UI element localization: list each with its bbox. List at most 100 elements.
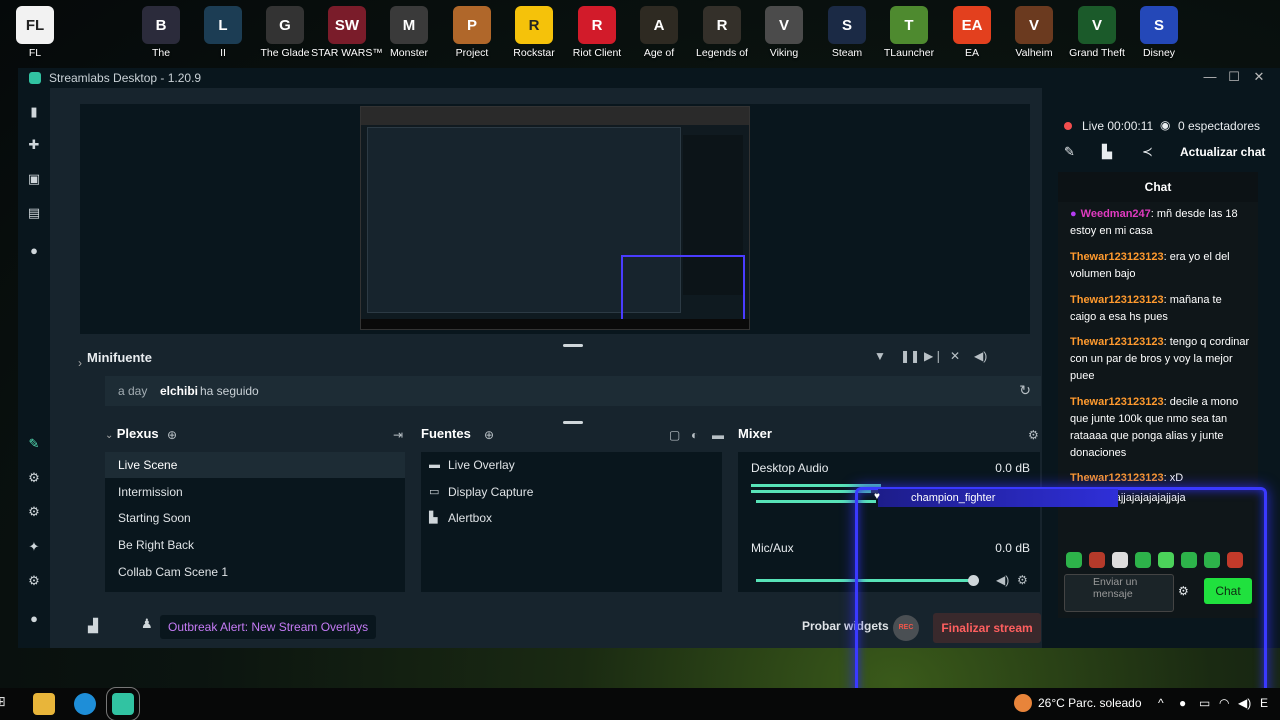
network-icon[interactable]: ▭ <box>1199 696 1210 710</box>
scene-collection-title[interactable]: Plexus <box>117 426 159 441</box>
language-icon[interactable]: E <box>1260 696 1268 710</box>
add-scene-icon[interactable]: ⊕ <box>167 428 177 442</box>
app-icon: A <box>640 6 678 44</box>
title-bar: Streamlabs Desktop - 1.20.9 — ☐ ✕ <box>18 68 1280 88</box>
app-icon: G <box>266 6 304 44</box>
chat-username[interactable]: Thewar123123123 <box>1070 251 1164 263</box>
desktop-icon-label: Age of <box>643 47 675 59</box>
bell-icon[interactable]: ♟ <box>141 616 153 632</box>
desktop-icon[interactable]: R Rockstar <box>503 6 565 68</box>
live-timer: Live 00:00:11 <box>1082 119 1154 133</box>
chat-message: Thewar123123123: xD <box>1070 472 1184 484</box>
store-icon[interactable]: ▣ <box>27 172 41 186</box>
scene-item[interactable]: Live Scene <box>105 452 405 478</box>
filter-icon[interactable]: ▼ <box>874 349 886 363</box>
editor-icon[interactable]: ▮ <box>27 105 41 119</box>
mixer-channel-db: 0.0 dB <box>995 461 1030 475</box>
chat-username[interactable]: Thewar123123123 <box>1070 396 1164 408</box>
desktop-icon[interactable]: T TLauncher <box>878 6 940 68</box>
chat-username[interactable]: Weedman247 <box>1081 208 1151 220</box>
chat-message: ● Weedman247: mñ desde las 18 estoy en mi… <box>1070 208 1238 237</box>
desktop-icon[interactable]: V Valheim <box>1003 6 1065 68</box>
scene-item[interactable]: Be Right Back <box>105 532 405 558</box>
add-source-icon[interactable]: ⊕ <box>484 428 494 442</box>
settings-icon[interactable]: ⚙ <box>27 574 41 588</box>
recording-icon[interactable]: ● <box>27 244 41 258</box>
layout-icon[interactable]: ⚙ <box>27 471 41 485</box>
desktop-icon[interactable]: A Age of <box>628 6 690 68</box>
file-explorer-icon[interactable] <box>33 693 55 715</box>
source-label: Live Overlay <box>448 458 515 472</box>
source-item[interactable]: ▭ Display Capture <box>421 479 722 505</box>
weather-text: 26°C Parc. soleado <box>1038 696 1142 710</box>
performance-icon[interactable]: ▟ <box>88 618 98 634</box>
themes-icon[interactable]: ✚ <box>27 138 41 152</box>
desktop-icon[interactable]: R Riot Client <box>566 6 628 68</box>
profile-icon[interactable]: ● <box>27 612 41 626</box>
transition-icon[interactable]: ⇥ <box>393 428 403 442</box>
chat-message: Thewar123123123: decile a mono que junte… <box>1070 396 1239 459</box>
desktop-icon[interactable]: SW STAR WARS™ <box>311 6 383 68</box>
mic-tray-icon[interactable]: ● <box>1179 696 1186 710</box>
repeat-alert-icon[interactable]: ↻ <box>1019 382 1031 399</box>
volume-tray-icon[interactable]: ◀) <box>1238 696 1251 710</box>
edit-icon[interactable]: ✎ <box>1064 144 1075 160</box>
desktop-icon[interactable]: L II <box>192 6 254 68</box>
stream-preview[interactable] <box>80 104 1030 334</box>
desktop-icon[interactable]: S Disney <box>1128 6 1190 68</box>
minimize-button[interactable]: — <box>1198 68 1222 88</box>
widgets-icon[interactable]: ⊞ <box>0 693 16 715</box>
volume-icon[interactable]: ◀) <box>974 349 987 363</box>
broadcast-icon[interactable]: ◐ <box>691 428 698 442</box>
news-banner[interactable]: Outbreak Alert: New Stream Overlays <box>160 615 377 639</box>
sources-title: Fuentes <box>421 426 471 441</box>
mute-alerts-icon[interactable]: ✕ <box>950 349 960 363</box>
desktop-icon[interactable]: B The <box>130 6 192 68</box>
scene-item[interactable]: Collab Cam Scene 1 <box>105 559 405 585</box>
share-icon[interactable]: ≺ <box>1142 144 1153 160</box>
resize-handle[interactable] <box>563 421 583 424</box>
streamlabs-logo-icon <box>29 72 41 84</box>
app-icon: V <box>1078 6 1116 44</box>
apps-icon[interactable]: ⚙ <box>27 505 41 519</box>
desktop-icon[interactable]: EA EA <box>941 6 1003 68</box>
desktop-icon[interactable]: V Grand Theft <box>1066 6 1128 68</box>
desktop-icon[interactable]: FL FL <box>4 6 66 68</box>
pause-icon[interactable]: ❚❚ <box>900 349 920 363</box>
dashboard-icon[interactable]: ▙ <box>1102 144 1112 160</box>
chat-username[interactable]: Thewar123123123 <box>1070 294 1164 306</box>
chat-username[interactable]: Thewar123123123 <box>1070 472 1164 484</box>
live-status-row: Live 00:00:11 ◉ 0 espectadores <box>1042 118 1280 138</box>
dashboard-icon[interactable]: ▤ <box>27 206 41 220</box>
streamlabs-taskbar-icon[interactable] <box>106 687 140 720</box>
studio-mode-icon[interactable]: ✎ <box>27 437 41 451</box>
close-button[interactable]: ✕ <box>1247 68 1271 88</box>
desktop-icon-label: The Glade <box>260 47 310 59</box>
mixer-channel-name: Mic/Aux <box>751 541 794 555</box>
folder-add-icon[interactable]: ▢ <box>669 428 680 442</box>
desktop-icon-label: Project <box>455 47 489 59</box>
skip-icon[interactable]: ▶❘ <box>924 349 943 363</box>
desktop-icon[interactable]: G The Glade <box>254 6 316 68</box>
source-item[interactable]: ▙ Alertbox <box>421 505 722 531</box>
refresh-chat-button[interactable]: Actualizar chat <box>1180 145 1265 159</box>
collapse-icon[interactable]: ⌄ <box>105 430 113 441</box>
chat-username[interactable]: Thewar123123123 <box>1070 336 1164 348</box>
heart-icon: ♥ <box>874 491 880 502</box>
desktop-icon[interactable]: R Legends of <box>691 6 753 68</box>
desktop-icon[interactable]: M Monster <box>378 6 440 68</box>
overlay-username: champion_fighter <box>878 489 1118 507</box>
desktop-icon[interactable]: S Steam <box>816 6 878 68</box>
highlighter-icon[interactable]: ✦ <box>27 540 41 554</box>
desktop-icon[interactable]: P Project <box>441 6 503 68</box>
wifi-icon[interactable]: ◠ <box>1219 696 1229 710</box>
source-item[interactable]: ▬ Live Overlay <box>421 452 722 478</box>
folder-icon[interactable]: ▬ <box>712 428 724 442</box>
scene-item[interactable]: Starting Soon <box>105 505 405 531</box>
scene-item[interactable]: Intermission <box>105 479 405 505</box>
maximize-button[interactable]: ☐ <box>1222 68 1246 88</box>
edge-icon[interactable] <box>74 693 96 715</box>
desktop-icon[interactable]: V Viking <box>753 6 815 68</box>
mixer-settings-icon[interactable]: ⚙ <box>1028 428 1039 442</box>
tray-expand-icon[interactable]: ^ <box>1158 696 1164 710</box>
